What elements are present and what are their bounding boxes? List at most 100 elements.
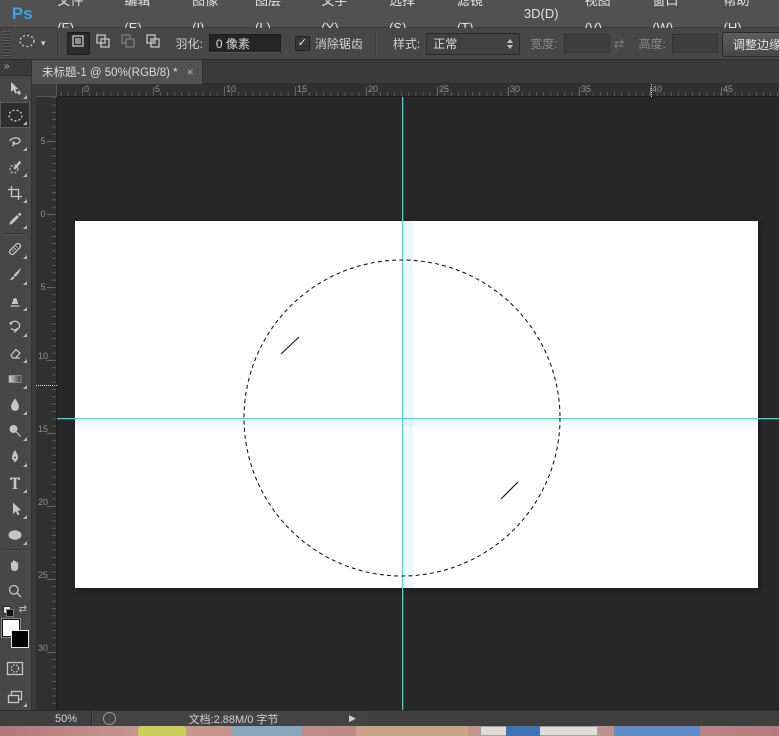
- default-colors-icon[interactable]: [3, 606, 14, 617]
- blur-tool-icon: [7, 397, 23, 413]
- tool-preset-picker[interactable]: ▾: [18, 32, 46, 55]
- width-input: [563, 34, 610, 53]
- options-bar-grip[interactable]: [2, 30, 10, 57]
- document-tab[interactable]: 未标题-1 @ 50%(RGB/8) * ×: [32, 60, 203, 84]
- style-label: 样式:: [392, 37, 421, 51]
- subtract-from-selection-button[interactable]: [117, 32, 140, 55]
- screen-mode-icon: [7, 689, 24, 705]
- ruler-label: 10: [38, 351, 49, 361]
- color-swatches: [0, 617, 30, 651]
- close-icon[interactable]: ×: [187, 66, 194, 78]
- height-label: 高度:: [638, 37, 666, 51]
- quick-selection-icon: [7, 159, 23, 175]
- tool-options-bar: ▾ 羽化: 0 像素 ✓ 消除锯齿 样式: 正常 宽度: ⇄ 高度: 调整边缘: [0, 28, 779, 60]
- zoom-tool[interactable]: [0, 578, 30, 604]
- spot-healing-brush-tool[interactable]: [0, 236, 30, 262]
- subtract-from-selection-icon: [120, 33, 136, 54]
- healing-brush-icon: [7, 241, 23, 257]
- taskbar-item[interactable]: [506, 726, 540, 736]
- pen-tool[interactable]: [0, 444, 30, 470]
- document-tab-bar: 未标题-1 @ 50%(RGB/8) * ×: [32, 60, 779, 84]
- swap-colors-icon[interactable]: ⇄: [19, 604, 27, 615]
- document-size-info[interactable]: 文档:2.88M/0 字节: [126, 711, 341, 727]
- dodge-tool-icon: [7, 423, 23, 439]
- quick-mask-button[interactable]: [0, 655, 30, 681]
- menu-bar: Ps 文件(F) 编辑(E) 图像(I) 图层(L) 文字(Y) 选择(S) 滤…: [0, 0, 779, 35]
- divider: [2, 233, 29, 235]
- type-tool-icon: [7, 475, 23, 491]
- windows-taskbar: [0, 726, 779, 736]
- separator: [57, 31, 60, 56]
- ruler-label: 15: [38, 424, 49, 434]
- ruler-label: 5: [40, 282, 46, 292]
- width-label: 宽度:: [530, 37, 558, 51]
- crop-tool[interactable]: [0, 180, 30, 206]
- ellipse-shape-tool[interactable]: [0, 522, 30, 548]
- elliptical-marquee-icon: [18, 32, 36, 55]
- taskbar-item[interactable]: [614, 726, 700, 736]
- feather-label: 羽化:: [175, 37, 203, 51]
- blur-tool[interactable]: [0, 392, 30, 418]
- hand-tool-icon: [7, 557, 23, 573]
- style-select[interactable]: 正常: [426, 32, 521, 55]
- antialias-label: 消除锯齿: [314, 37, 363, 51]
- history-brush-tool[interactable]: [0, 314, 30, 340]
- hand-tool[interactable]: [0, 552, 30, 578]
- lasso-tool-icon: [7, 133, 23, 149]
- menu-3d[interactable]: 3D(D): [511, 0, 572, 27]
- ruler-label: 10: [226, 84, 237, 94]
- ruler-label: 30: [510, 84, 521, 94]
- quick-selection-tool[interactable]: [0, 154, 30, 180]
- vertical-ruler[interactable]: 5 0 5 10 15 20 25 30: [36, 97, 57, 710]
- move-tool[interactable]: [0, 76, 30, 102]
- pen-tool-icon: [7, 449, 23, 465]
- eraser-tool[interactable]: [0, 340, 30, 366]
- gradient-tool-icon: [7, 371, 23, 387]
- feather-input[interactable]: 0 像素: [208, 34, 281, 53]
- refine-edge-button[interactable]: 调整边缘: [722, 32, 779, 57]
- new-selection-button[interactable]: [66, 32, 90, 55]
- ruler-label: 5: [155, 84, 161, 94]
- taskbar-item[interactable]: [232, 726, 302, 736]
- type-tool[interactable]: [0, 470, 30, 496]
- intersect-selection-button[interactable]: [142, 32, 165, 55]
- sync-icon: [103, 712, 116, 725]
- intersect-selection-icon: [145, 33, 161, 54]
- gradient-tool[interactable]: [0, 366, 30, 392]
- ruler-label: 20: [38, 497, 49, 507]
- background-color-swatch[interactable]: [11, 630, 29, 648]
- ruler-label: 0: [40, 209, 46, 219]
- elliptical-marquee-tool[interactable]: [0, 102, 30, 128]
- path-selection-icon: [7, 501, 23, 517]
- status-zoom-field[interactable]: 50%: [55, 713, 89, 725]
- ruler-label: 35: [581, 84, 592, 94]
- lasso-tool[interactable]: [0, 128, 30, 154]
- taskbar-item[interactable]: [356, 726, 468, 736]
- screen-mode-button[interactable]: [0, 684, 30, 710]
- elliptical-marquee-icon: [7, 107, 24, 124]
- clone-stamp-tool[interactable]: [0, 288, 30, 314]
- canvas-viewport[interactable]: [57, 97, 779, 710]
- horizontal-ruler[interactable]: 0 5 10 15 20 25 30 35 40 45: [57, 84, 779, 97]
- separator: [374, 31, 377, 56]
- add-to-selection-icon: [95, 33, 111, 54]
- add-to-selection-button[interactable]: [92, 32, 115, 55]
- photoshop-logo: Ps: [11, 3, 33, 23]
- eyedropper-tool[interactable]: [0, 206, 30, 232]
- collapse-panel-button[interactable]: »: [0, 60, 31, 76]
- status-popup-arrow-icon[interactable]: ▶: [349, 713, 356, 724]
- height-input: [671, 34, 718, 53]
- history-brush-icon: [7, 319, 23, 335]
- antialias-checkbox[interactable]: ✓: [294, 36, 310, 51]
- clone-stamp-icon: [7, 293, 23, 309]
- brush-tool[interactable]: [0, 262, 30, 288]
- ruler-label: 25: [439, 84, 450, 94]
- eyedropper-icon: [7, 211, 23, 227]
- chevron-down-icon: ▾: [41, 38, 46, 48]
- divider: [2, 549, 29, 551]
- crop-tool-icon: [7, 185, 23, 201]
- ruler-origin-corner[interactable]: [36, 84, 57, 97]
- path-selection-tool[interactable]: [0, 496, 30, 522]
- taskbar-item[interactable]: [138, 726, 186, 736]
- dodge-tool[interactable]: [0, 418, 30, 444]
